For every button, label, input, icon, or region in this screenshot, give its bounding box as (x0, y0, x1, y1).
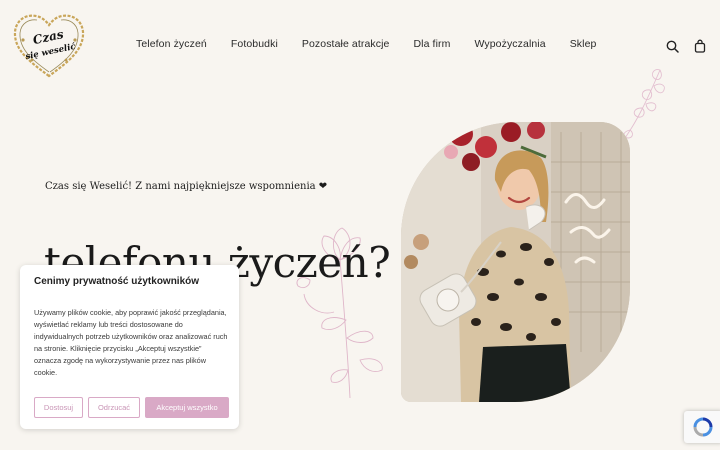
header-icons (664, 38, 708, 54)
search-icon (666, 40, 679, 53)
cookie-description: Używamy plików cookie, aby poprawić jako… (34, 308, 228, 378)
cookie-consent-banner: Cenimy prywatność użytkowników Używamy p… (20, 265, 239, 429)
hero-photo (401, 122, 630, 402)
recaptcha-icon (693, 417, 713, 437)
logo-heart-wreath-icon: Czas się weselić (13, 14, 85, 78)
shopping-bag-icon (694, 39, 706, 53)
cookie-buttons: Dostosuj Odrzucać Akceptuj wszystko (34, 397, 229, 418)
cookie-title: Cenimy prywatność użytkowników (34, 276, 200, 287)
main-nav: Telefon życzeń Fotobudki Pozostałe atrak… (136, 38, 596, 50)
customize-button[interactable]: Dostosuj (34, 397, 83, 418)
nav-item-sklep[interactable]: Sklep (570, 38, 597, 50)
nav-item-fotobudki[interactable]: Fotobudki (231, 38, 278, 50)
nav-item-telefon-zyczen[interactable]: Telefon życzeń (136, 38, 207, 50)
site-logo[interactable]: Czas się weselić (10, 10, 88, 82)
woman-with-phone-photo (401, 122, 630, 402)
search-button[interactable] (664, 38, 680, 54)
nav-item-wypozyczalnia[interactable]: Wypożyczalnia (474, 38, 545, 50)
nav-item-pozostale-atrakcje[interactable]: Pozostałe atrakcje (302, 38, 390, 50)
reject-button[interactable]: Odrzucać (88, 397, 140, 418)
cart-button[interactable] (692, 38, 708, 54)
recaptcha-badge[interactable] (684, 411, 720, 443)
nav-item-dla-firm[interactable]: Dla firm (413, 38, 450, 50)
hero-tagline: Czas się Weselić! Z nami najpiękniejsze … (45, 181, 328, 192)
accept-all-button[interactable]: Akceptuj wszystko (145, 397, 229, 418)
